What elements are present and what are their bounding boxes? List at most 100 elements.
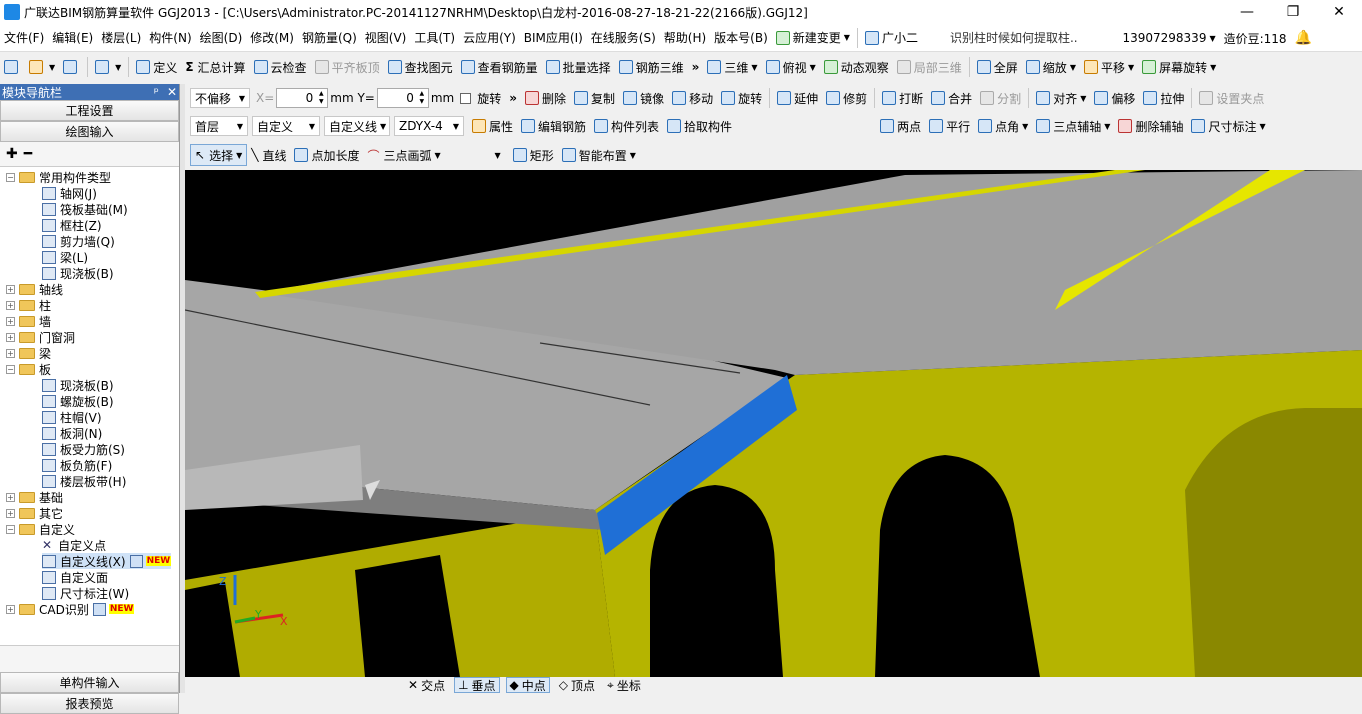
offset-button[interactable]: 偏移: [1090, 87, 1139, 109]
point-length-button[interactable]: 点加长度: [290, 144, 363, 166]
menu-draw[interactable]: 绘图(D): [196, 29, 247, 46]
drawing-input-button[interactable]: 绘图输入: [0, 121, 179, 142]
offset-mode-select[interactable]: 不偏移 ▼: [190, 88, 250, 108]
copy-button[interactable]: 复制: [570, 87, 619, 109]
move-button[interactable]: 移动: [668, 87, 717, 109]
snap-intersection[interactable]: ✕ 交点: [405, 677, 448, 693]
tree-item[interactable]: 板受力筋(S): [42, 441, 125, 457]
extend-button[interactable]: 延伸: [773, 87, 822, 109]
tree-item[interactable]: 螺旋板(B): [42, 393, 114, 409]
tree-other[interactable]: + 其它: [6, 505, 63, 521]
tree-common-types[interactable]: − 常用构件类型: [6, 169, 111, 185]
sum-calc-button[interactable]: Σ 汇总计算: [181, 56, 249, 78]
tree-item[interactable]: 剪力墙(Q): [42, 233, 115, 249]
menu-version[interactable]: 版本号(B): [710, 29, 772, 46]
point-angle-button[interactable]: 点角 ▼: [974, 115, 1032, 137]
merge-button[interactable]: 合并: [927, 87, 976, 109]
menu-file[interactable]: 文件(F): [0, 29, 48, 46]
break-button[interactable]: 打断: [878, 87, 927, 109]
phone-account[interactable]: 13907298339 ▼: [1118, 27, 1219, 49]
3d-viewport[interactable]: Z Y X: [185, 170, 1362, 677]
snap-coordinate[interactable]: ⌖ 坐标: [604, 677, 644, 693]
three-point-arc-button[interactable]: ⌒ 三点画弧 ▼: [364, 144, 445, 166]
tree-column[interactable]: + 柱: [6, 297, 51, 313]
tree-item[interactable]: 轴网(J): [42, 185, 97, 201]
x-input[interactable]: 0 ▲ ▼: [276, 88, 329, 108]
rect-button[interactable]: 矩形: [509, 144, 558, 166]
floor-select[interactable]: 首层 ▼: [190, 116, 248, 136]
three-d-button[interactable]: 三维 ▼: [703, 56, 761, 78]
top-view-button[interactable]: 俯视 ▼: [762, 56, 820, 78]
tree-slab[interactable]: − 板: [6, 361, 51, 377]
delete-button[interactable]: 删除: [521, 87, 570, 109]
menu-online[interactable]: 在线服务(S): [587, 29, 660, 46]
panel-close-icon[interactable]: ✕: [167, 85, 177, 99]
tree-item[interactable]: 梁(L): [42, 249, 88, 265]
maximize-button[interactable]: ❐: [1270, 0, 1316, 24]
align-button[interactable]: 对齐 ▼: [1032, 87, 1090, 109]
tree-cad[interactable]: + CAD识别 NEW: [6, 601, 135, 617]
two-points-button[interactable]: 两点: [876, 115, 925, 137]
rotate-checkbox[interactable]: 旋转: [456, 87, 505, 109]
expand-all-icon[interactable]: ✚: [6, 146, 18, 162]
dimension-button[interactable]: 尺寸标注 ▼: [1187, 115, 1269, 137]
line-button[interactable]: ╲ 直线: [247, 144, 290, 166]
bell-icon[interactable]: 🔔: [1295, 30, 1312, 46]
project-settings-button[interactable]: 工程设置: [0, 100, 179, 121]
report-preview-button[interactable]: 报表预览: [0, 693, 179, 714]
screen-rotate-button[interactable]: 屏幕旋转 ▼: [1138, 56, 1220, 78]
category-select[interactable]: 自定义 ▼: [252, 116, 320, 136]
full-screen-button[interactable]: 全屏: [973, 56, 1022, 78]
menu-edit[interactable]: 编辑(E): [48, 29, 97, 46]
toolbar-more[interactable]: »: [688, 56, 704, 78]
zoom-button[interactable]: 缩放 ▼: [1022, 56, 1080, 78]
snap-vertex[interactable]: ◇ 顶点: [556, 677, 598, 693]
rotate-button[interactable]: 旋转: [717, 87, 766, 109]
snap-midpoint[interactable]: ◆ 中点: [505, 677, 550, 693]
menu-floor[interactable]: 楼层(L): [97, 29, 145, 46]
spin-icon[interactable]: ▲ ▼: [417, 90, 427, 106]
batch-select-button[interactable]: 批量选择: [542, 56, 615, 78]
view-rebar-button[interactable]: 查看钢筋量: [457, 56, 542, 78]
dynamic-observe-button[interactable]: 动态观察: [820, 56, 893, 78]
element-select[interactable]: ZDYX-4 ▼: [394, 116, 464, 136]
tree-item[interactable]: 楼层板带(H): [42, 473, 126, 489]
local-3d-button[interactable]: 局部三维: [893, 56, 966, 78]
pan-button[interactable]: 平移 ▼: [1080, 56, 1138, 78]
tree-item[interactable]: 现浇板(B): [42, 265, 114, 281]
tree-item[interactable]: 板负筋(F): [42, 457, 112, 473]
tree-wall[interactable]: + 墙: [6, 313, 51, 329]
rebar-3d-button[interactable]: 钢筋三维: [615, 56, 688, 78]
three-point-aux-button[interactable]: 三点辅轴 ▼: [1032, 115, 1114, 137]
new-file-button[interactable]: [0, 56, 25, 78]
menu-tools[interactable]: 工具(T): [410, 29, 459, 46]
tree-axis[interactable]: + 轴线: [6, 281, 63, 297]
tree-custom[interactable]: − 自定义: [6, 521, 75, 537]
new-change-button[interactable]: 新建变更 ▼: [772, 27, 854, 49]
menu-element[interactable]: 构件(N): [145, 29, 195, 46]
properties-button[interactable]: 属性: [468, 115, 517, 137]
collapse-all-icon[interactable]: ━: [24, 146, 32, 162]
find-element-button[interactable]: 查找图元: [384, 56, 457, 78]
level-top-button[interactable]: 平齐板顶: [311, 56, 384, 78]
tree-beam[interactable]: + 梁: [6, 345, 51, 361]
parallel-button[interactable]: 平行: [925, 115, 974, 137]
snap-perpendicular[interactable]: ⊥ 垂点: [454, 677, 500, 693]
y-input[interactable]: 0 ▲ ▼: [376, 88, 429, 108]
cloud-check-button[interactable]: 云检查: [250, 56, 311, 78]
undo-button[interactable]: ▼: [91, 56, 125, 78]
smart-layout-button[interactable]: 智能布置 ▼: [558, 144, 640, 166]
menu-help[interactable]: 帮助(H): [660, 29, 710, 46]
delete-aux-button[interactable]: 删除辅轴: [1114, 115, 1187, 137]
tree-foundation[interactable]: + 基础: [6, 489, 63, 505]
minimize-button[interactable]: —: [1224, 0, 1270, 24]
edit-rebar-button[interactable]: 编辑钢筋: [517, 115, 590, 137]
pin-icon[interactable]: ᵖ: [154, 85, 159, 99]
tree-item[interactable]: 尺寸标注(W): [42, 585, 129, 601]
close-button[interactable]: ✕: [1316, 0, 1362, 24]
tree-item[interactable]: 板洞(N): [42, 425, 102, 441]
type-select[interactable]: 自定义线 ▼: [324, 116, 390, 136]
menu-rebar[interactable]: 钢筋量(Q): [298, 29, 361, 46]
menu-bim[interactable]: BIM应用(I): [520, 29, 587, 46]
select-button[interactable]: ↖ 选择 ▼: [190, 144, 248, 166]
